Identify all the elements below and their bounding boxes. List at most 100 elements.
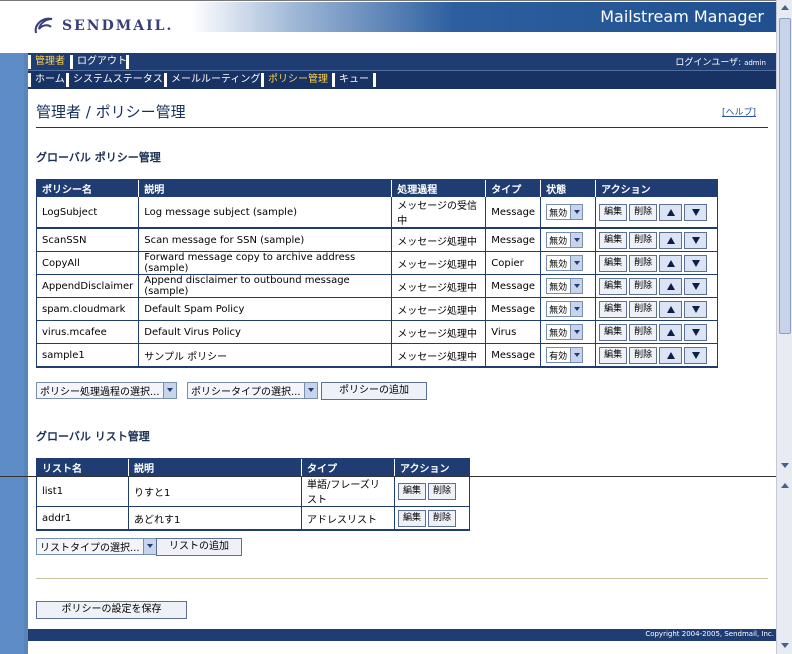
move-up-icon[interactable] (659, 203, 683, 221)
delete-list-button[interactable]: 削除 (428, 509, 457, 527)
sendmail-logo: SENDMAIL. (32, 15, 173, 37)
scroll-up-icon[interactable] (780, 482, 790, 490)
chevron-down-icon (162, 383, 176, 398)
policy-stage: メッセージ処理中 (392, 275, 487, 298)
nav-mail-routing[interactable]: メールルーティング (168, 72, 263, 87)
policy-status-select[interactable]: 無効 (546, 278, 584, 294)
edit-policy-button[interactable]: 編集 (599, 300, 628, 318)
move-up-icon[interactable] (659, 277, 683, 295)
policy-type: Message (486, 275, 542, 298)
policy-stage: メッセージ処理中 (392, 229, 487, 252)
move-down-icon[interactable] (684, 346, 708, 364)
list-actions: 編集 削除 (395, 507, 469, 530)
delete-policy-button[interactable]: 削除 (629, 231, 658, 249)
move-down-icon[interactable] (684, 231, 708, 249)
nav-system-status[interactable]: システムステータス (70, 72, 166, 87)
policy-description: Default Spam Policy (139, 298, 393, 321)
login-label-text: ログインユーザ: (675, 58, 745, 68)
scroll-up-icon[interactable] (780, 4, 790, 12)
policy-stage: メッセージ処理中 (392, 321, 487, 344)
nav-logout[interactable]: ログアウト (74, 54, 130, 69)
edit-policy-button[interactable]: 編集 (599, 231, 628, 249)
move-down-icon[interactable] (684, 277, 708, 295)
edit-policy-button[interactable]: 編集 (599, 277, 628, 295)
delete-policy-button[interactable]: 削除 (629, 323, 658, 341)
scroll-down-icon[interactable] (780, 642, 790, 650)
policy-status-value: 無効 (549, 236, 568, 247)
delete-policy-button[interactable]: 削除 (629, 203, 658, 221)
edit-list-button[interactable]: 編集 (398, 509, 427, 527)
add-list-button[interactable]: リストの追加 (156, 538, 242, 556)
edit-policy-button[interactable]: 編集 (599, 203, 628, 221)
edit-policy-button[interactable]: 編集 (599, 346, 628, 364)
col-actions: アクション (596, 180, 717, 197)
delete-list-button[interactable]: 削除 (428, 482, 457, 500)
policy-status-select[interactable]: 有効 (546, 347, 584, 363)
edit-list-button[interactable]: 編集 (398, 482, 427, 500)
nav-policy-management[interactable]: ポリシー管理 (265, 72, 331, 87)
chevron-down-icon (303, 383, 317, 398)
policy-table-header: ポリシー名 説明 処理過程 タイプ 状態 アクション (37, 180, 717, 197)
policy-type-select[interactable]: ポリシータイプの選択... (187, 382, 318, 399)
scroll-down-icon[interactable] (780, 462, 790, 470)
delete-policy-button[interactable]: 削除 (629, 254, 658, 272)
col-type: タイプ (486, 180, 542, 197)
policy-status-select[interactable]: 無効 (546, 204, 584, 220)
main-content: 管理者 / ポリシー管理 [ヘルプ] グローバル ポリシー管理 ポリシー名 説明… (28, 89, 776, 629)
edit-policy-button[interactable]: 編集 (599, 323, 628, 341)
move-down-icon[interactable] (684, 300, 708, 318)
policy-type: Message (486, 229, 542, 252)
edit-policy-button[interactable]: 編集 (599, 254, 628, 272)
policy-stage-select[interactable]: ポリシー処理過程の選択... (36, 382, 177, 399)
delete-policy-button[interactable]: 削除 (629, 300, 658, 318)
policy-actions: 編集 削除 (596, 298, 717, 321)
policy-description: Log message subject (sample) (139, 197, 393, 229)
policy-name: sample1 (37, 344, 140, 367)
list-name: addr1 (37, 507, 129, 530)
list-type: アドレスリスト (302, 507, 395, 530)
policy-status-select[interactable]: 無効 (546, 255, 584, 271)
sub-nav: ホーム システムステータス メールルーティング ポリシー管理 キュー (28, 70, 776, 89)
scrollbar-thumb[interactable] (779, 18, 791, 334)
policy-status-value: 無効 (549, 259, 568, 270)
move-down-icon[interactable] (684, 203, 708, 221)
nav-admin[interactable]: 管理者 (32, 54, 68, 69)
delete-policy-button[interactable]: 削除 (629, 277, 658, 295)
move-up-icon[interactable] (659, 323, 683, 341)
policy-name: spam.cloudmark (37, 298, 140, 321)
policy-name: LogSubject (37, 197, 140, 229)
col-policy-name: ポリシー名 (37, 180, 140, 197)
chevron-down-icon (570, 205, 583, 219)
policy-status-select[interactable]: 無効 (546, 232, 584, 248)
policy-status-select[interactable]: 無効 (546, 301, 584, 317)
vertical-scrollbar[interactable] (776, 0, 792, 654)
list-table-header: リスト名 説明 タイプ アクション (37, 459, 469, 476)
col-description: 説明 (139, 180, 393, 197)
policy-row: LogSubject Log message subject (sample) メッ… (37, 197, 717, 229)
move-up-icon[interactable] (659, 231, 683, 249)
move-up-icon[interactable] (659, 300, 683, 318)
policy-actions: 編集 削除 (596, 229, 717, 252)
add-policy-button[interactable]: ポリシーの追加 (321, 382, 427, 400)
policy-description: Default Virus Policy (139, 321, 393, 344)
move-down-icon[interactable] (684, 323, 708, 341)
nav-queue[interactable]: キュー (336, 72, 372, 87)
policy-status-value: 無効 (549, 328, 568, 339)
move-down-icon[interactable] (684, 254, 708, 272)
list-type-select[interactable]: リストタイプの選択... (36, 538, 157, 555)
nav-home[interactable]: ホーム (32, 72, 68, 87)
list-actions: 編集 削除 (395, 476, 469, 507)
move-up-icon[interactable] (659, 254, 683, 272)
policy-row: spam.cloudmark Default Spam Policy メッセージ処理… (37, 298, 717, 321)
chevron-down-icon (570, 302, 583, 316)
delete-policy-button[interactable]: 削除 (629, 346, 658, 364)
list-description: あどれす1 (129, 507, 302, 530)
save-policy-settings-button[interactable]: ポリシーの設定を保存 (36, 601, 187, 619)
policy-table: ポリシー名 説明 処理過程 タイプ 状態 アクション LogSubject Log… (36, 179, 718, 368)
policy-status-select[interactable]: 無効 (546, 324, 584, 340)
move-up-icon[interactable] (659, 346, 683, 364)
help-link[interactable]: [ヘルプ] (722, 105, 756, 118)
list-row: list1 りすと1 単語/フレーズリスト 編集 削除 (37, 476, 469, 507)
policy-type: Copier (486, 252, 542, 275)
app-header: SENDMAIL. Mailstream Manager (0, 0, 776, 53)
